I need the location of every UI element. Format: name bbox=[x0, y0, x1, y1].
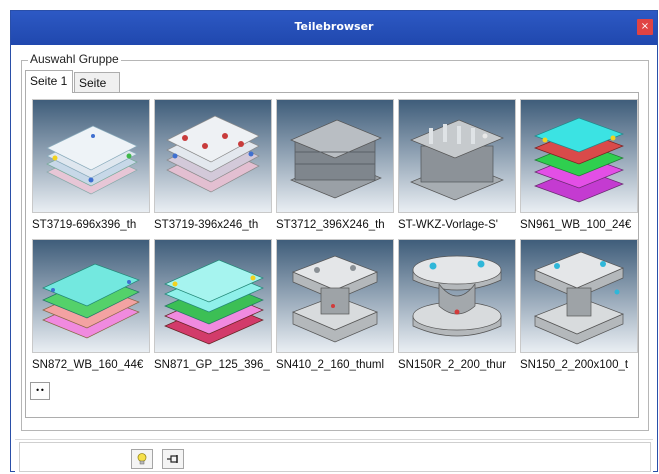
thumbnail-item[interactable]: SN872_WB_160_44€ bbox=[32, 239, 150, 371]
group-legend: Auswahl Gruppe bbox=[28, 52, 121, 66]
thumbnail-item[interactable]: ST3719-396x246_th bbox=[154, 99, 272, 231]
thumbnail-label: SN871_GP_125_396_ bbox=[154, 359, 270, 371]
thumbnail-item[interactable]: SN150R_2_200_thur bbox=[398, 239, 516, 371]
close-button[interactable]: × bbox=[637, 19, 653, 35]
mold-assembly-grey-icon bbox=[398, 99, 516, 213]
mold-insert-round-icon bbox=[398, 239, 516, 353]
mold-insert-grey-icon bbox=[276, 239, 394, 353]
more-pages-button[interactable]: •• bbox=[30, 382, 50, 400]
mold-assembly-grey-icon bbox=[276, 99, 394, 213]
window-title: Teilebrowser bbox=[294, 20, 374, 33]
tab-label: Seite 1 bbox=[30, 74, 68, 88]
thumbnail-item[interactable]: SN410_2_160_thuml bbox=[276, 239, 394, 371]
thumbnail-label: ST3719-696x396_th bbox=[32, 219, 137, 231]
thumbnail-label: ST3712_396X246_th bbox=[276, 219, 385, 231]
more-icon: •• bbox=[35, 386, 45, 395]
tab-seite-2[interactable]: Seite 2 bbox=[74, 72, 120, 110]
thumbnail-item[interactable]: ST3719-696x396_th bbox=[32, 99, 150, 231]
thumbnail-item[interactable]: SN150_2_200x100_t bbox=[520, 239, 638, 371]
mold-assembly-color-icon bbox=[520, 99, 638, 213]
thumbnail-item[interactable]: ST3712_396X246_th bbox=[276, 99, 394, 231]
thumbnail-item[interactable]: ST-WKZ-Vorlage-S' bbox=[398, 99, 516, 231]
bottom-toolbar bbox=[15, 439, 653, 474]
pin-icon bbox=[167, 455, 178, 463]
mold-assembly-pastel-icon bbox=[32, 99, 150, 213]
toolbar-frame bbox=[19, 442, 651, 472]
pin-button[interactable] bbox=[162, 449, 184, 469]
thumbnail-label: SN961_WB_100_24€ bbox=[520, 219, 632, 231]
thumbnail-item[interactable]: SN871_GP_125_396_ bbox=[154, 239, 272, 371]
title-bar[interactable]: Teilebrowser × bbox=[11, 11, 657, 45]
mold-insert-grey-icon bbox=[520, 239, 638, 353]
thumbnail-label: SN872_WB_160_44€ bbox=[32, 359, 144, 371]
help-button[interactable] bbox=[131, 449, 153, 469]
tab-panel-seite-1: ST3719-696x396_th ST3719-396x246_th ST37… bbox=[25, 92, 639, 418]
thumbnail-label: SN410_2_160_thuml bbox=[276, 359, 385, 371]
thumbnail-item[interactable]: SN961_WB_100_24€ bbox=[520, 99, 638, 231]
lightbulb-icon bbox=[137, 453, 147, 465]
mold-assembly-pastel-icon bbox=[154, 99, 272, 213]
thumbnail-label: ST-WKZ-Vorlage-S' bbox=[398, 219, 498, 231]
client-area: Auswahl Gruppe Seite 1 Seite 2 bbox=[15, 45, 653, 474]
close-icon: × bbox=[640, 21, 650, 32]
thumbnail-label: SN150_2_200x100_t bbox=[520, 359, 629, 371]
mold-plates-color-icon bbox=[154, 239, 272, 353]
teilebrowser-window: Teilebrowser × Auswahl Gruppe Seite 1 Se… bbox=[10, 10, 658, 474]
mold-plates-color-icon bbox=[32, 239, 150, 353]
tab-seite-1[interactable]: Seite 1 bbox=[25, 70, 73, 93]
thumbnail-label: SN150R_2_200_thur bbox=[398, 359, 507, 371]
group-selection-box: Auswahl Gruppe Seite 1 Seite 2 bbox=[21, 52, 649, 431]
thumbnail-label: ST3719-396x246_th bbox=[154, 219, 259, 231]
